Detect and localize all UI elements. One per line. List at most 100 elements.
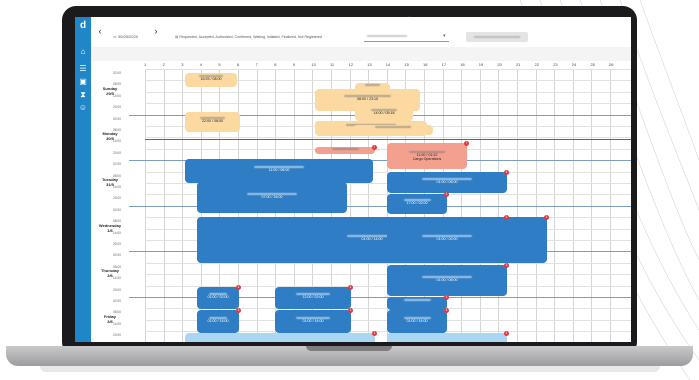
event-time: 01:00 / 02:00 xyxy=(207,295,229,299)
day-labels: Sunday 29/5 02:00 08:00 14:00 20:00 Monday 30/5… xyxy=(91,69,129,342)
home-icon[interactable]: ⌂ xyxy=(78,47,88,57)
alert-badge[interactable]: ! xyxy=(372,145,377,150)
alert-badge[interactable]: 1 xyxy=(504,331,509,336)
time-slot-label: 08:00 xyxy=(113,128,121,132)
alert-badge[interactable]: 1 xyxy=(504,263,509,268)
hour-label: 22 xyxy=(534,62,540,67)
filter-icon: ▤ xyxy=(175,35,179,39)
hour-label: 4 xyxy=(199,62,203,67)
alert-badge[interactable]: 1 xyxy=(236,308,241,313)
people-icon[interactable]: ☺ xyxy=(78,103,88,113)
time-slot-label: 08:00 xyxy=(113,219,121,224)
time-slot-label: 02:00 xyxy=(113,299,121,303)
event-subtitle: Cargo Operations xyxy=(412,157,442,161)
chevron-down-icon[interactable]: ▾ xyxy=(443,33,446,39)
calendar-icon[interactable]: ▣ xyxy=(78,77,88,87)
hour-label: 5 xyxy=(218,62,221,67)
booking-event[interactable]: 01:00 / 14:00 1 xyxy=(197,308,241,333)
day-label: Wednesday 1/6 xyxy=(91,223,129,233)
day-separator xyxy=(91,205,631,207)
event-title-redacted xyxy=(375,126,411,128)
time-slot-label: 14:00 xyxy=(113,321,121,326)
booking-event[interactable]: 01:00 / 02:00 1 xyxy=(197,285,241,309)
schedule-grid: 16:25 / 08:00 08:00 / 23:15 14:00 / 05:18 2… xyxy=(91,69,631,342)
chevron-right-icon[interactable]: › xyxy=(151,26,161,37)
logo-icon[interactable]: d xyxy=(78,21,88,31)
chevron-left-icon[interactable]: ‹ xyxy=(95,26,105,37)
event-title-redacted xyxy=(208,316,228,319)
event-time: 01:00 / 08:00 xyxy=(436,277,458,282)
hour-label: 19 xyxy=(478,62,484,67)
event-title-redacted xyxy=(208,293,228,295)
booking-event[interactable]: 22:00 / 08:00 xyxy=(185,112,240,132)
alert-badge[interactable]: 1 xyxy=(504,170,509,175)
alert-badge[interactable]: 1 xyxy=(444,192,449,197)
booking-event[interactable]: 12:00 / 02:00 1 xyxy=(275,285,353,309)
laptop-shadow xyxy=(40,366,660,372)
alert-badge[interactable]: 1 xyxy=(444,308,449,313)
date-picker[interactable]: ▭ 30/05/2020 xyxy=(113,34,138,39)
menu-icon[interactable]: ☰ xyxy=(78,64,88,74)
booking-event[interactable]: 01:00 / 08:00 1 xyxy=(387,170,509,193)
time-slot-label: 20:00 xyxy=(113,242,121,246)
booking-event[interactable]: ! xyxy=(315,145,377,154)
event-title-redacted xyxy=(331,148,359,150)
alert-badge[interactable]: 1 xyxy=(372,331,377,336)
toolbar: ‹ ▭ 30/05/2020 › ▤ Requested, Accepted, … xyxy=(91,17,631,47)
booking-event[interactable]: 01:00 / 14:00 1 xyxy=(387,308,449,333)
booking-event[interactable]: 11:00 / 01:22 Cargo Operations! xyxy=(387,141,469,169)
hour-label: 25 xyxy=(590,62,595,67)
time-slot-label: 02:00 xyxy=(113,162,121,167)
status-filter-text: Requested, Accepted, Authorized, Confirm… xyxy=(179,35,322,39)
hour-label: 15 xyxy=(404,62,409,67)
booking-event[interactable]: 16:25 / 08:00 xyxy=(185,73,237,87)
time-slot-label: 08:00 xyxy=(113,173,121,178)
alert-badge[interactable]: ! xyxy=(464,141,469,146)
status-filter[interactable]: ▤ Requested, Accepted, Authorized, Confi… xyxy=(175,35,322,39)
booking-event[interactable]: 11:00 / 08:00 xyxy=(185,159,373,183)
hour-label: 6 xyxy=(237,62,240,67)
resource-select[interactable] xyxy=(364,33,449,42)
booking-event[interactable] xyxy=(353,125,433,135)
booking-event[interactable]: 12:00 / 08:001 xyxy=(185,331,377,342)
hour-label: 18 xyxy=(460,62,465,67)
event-time: 12:00 / 02:00 xyxy=(302,295,324,299)
event-title-redacted xyxy=(200,117,225,119)
alert-badge[interactable]: 1 xyxy=(348,308,353,313)
event-title-redacted xyxy=(403,199,431,201)
alert-badge[interactable]: 1 xyxy=(544,215,549,220)
event-time: 14:00 / 05:18 xyxy=(373,110,395,115)
day-separator xyxy=(91,297,631,298)
time-slot-label: 08:00 xyxy=(113,264,121,269)
hour-label: 21 xyxy=(516,62,521,67)
sidebar: d ⌂ ☰ ▣ ⧗ ☺ xyxy=(75,17,91,342)
event-title-redacted xyxy=(343,95,392,97)
booking-event[interactable]: 01:00 / 02:00 1 xyxy=(387,215,509,263)
action-button[interactable] xyxy=(466,32,528,42)
alert-badge[interactable]: 1 xyxy=(236,285,241,290)
hour-label: 17 xyxy=(441,62,447,67)
booking-event[interactable]: 12:00 / 08:001 xyxy=(387,331,509,342)
booking-event[interactable]: 01:00 / 14:00 1 xyxy=(275,308,353,333)
booking-event[interactable]: 07:00 / 16:00 xyxy=(197,182,347,213)
event-title-redacted xyxy=(403,316,431,319)
booking-event[interactable]: 1 xyxy=(387,295,449,310)
booking-event[interactable]: 17:00 / 02:00 1 xyxy=(387,192,449,214)
time-slot-label: 14:00 xyxy=(113,93,121,98)
hourglass-icon[interactable]: ⧗ xyxy=(78,90,88,100)
hour-label: 14 xyxy=(385,62,391,67)
date-value: 30/05/2020 xyxy=(117,34,138,39)
hour-label: 3 xyxy=(181,62,184,67)
time-slot-label: 20:00 xyxy=(113,196,121,201)
event-time: 01:00 / 02:00 xyxy=(436,237,458,241)
hour-label: 9 xyxy=(292,62,296,67)
time-slot-label: 14:00 xyxy=(113,185,121,189)
hours-header: 1 2 3 4 5 6 7 8 9 10 11 12 13 14 15 16 17 18 19 20 21 22 23 24 2… xyxy=(91,61,631,69)
hour-label: 2 xyxy=(162,62,165,67)
alert-badge[interactable]: 1 xyxy=(444,295,449,300)
alert-badge[interactable]: 1 xyxy=(504,215,509,220)
event-title-redacted xyxy=(295,293,331,295)
alert-badge[interactable]: 1 xyxy=(348,285,353,290)
booking-event[interactable]: 01:00 / 08:00 1 xyxy=(387,263,509,296)
booking-event[interactable]: 14:00 / 05:18 xyxy=(355,106,413,121)
